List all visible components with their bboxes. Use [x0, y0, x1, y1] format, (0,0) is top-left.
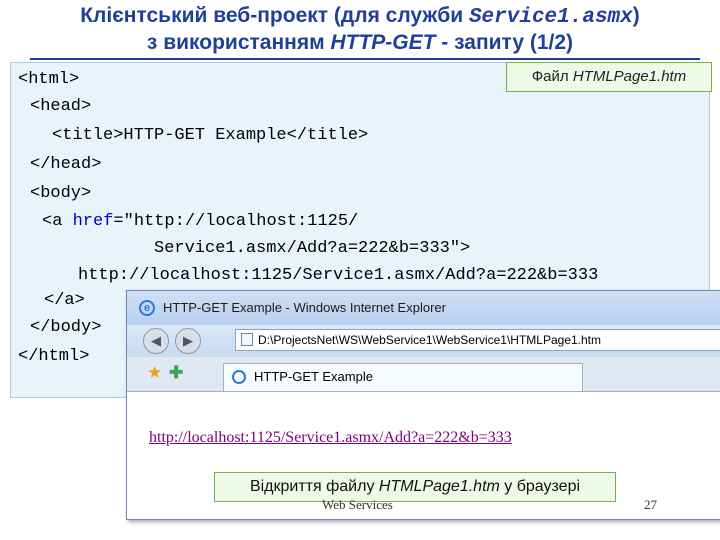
code-line-1: <html>: [18, 70, 80, 89]
code-line-9: </a>: [44, 291, 85, 310]
code-attr: href: [72, 212, 114, 231]
page-icon: [241, 333, 253, 346]
caption-file: HTMLPage1.htm: [378, 478, 500, 495]
tab-ie-icon: [232, 370, 246, 384]
title-text: Клієнтський веб-проект (для служби: [80, 4, 469, 27]
code-line-8: http://localhost:1125/Service1.asmx/Add?…: [78, 266, 599, 285]
title-text-end: ): [632, 4, 640, 27]
code-attr-value: ="http://localhost:1125/: [113, 212, 359, 231]
page-link[interactable]: http://localhost:1125/Service1.asmx/Add?…: [149, 429, 512, 447]
code-line-2: <head>: [30, 97, 92, 116]
back-icon[interactable]: ◀: [143, 328, 169, 354]
ie-nav-bar: ◀ ▶ D:\ProjectsNet\WS\WebService1\WebSer…: [127, 325, 720, 357]
ie-window-title: HTTP-GET Example - Windows Internet Expl…: [163, 300, 446, 315]
footer-text: Web Services: [322, 497, 393, 512]
code-line-10: </body>: [30, 318, 102, 337]
title-text-2-end: - запиту (1/2): [435, 31, 574, 54]
code-tag-open: <a: [42, 212, 73, 231]
address-text: D:\ProjectsNet\WS\WebService1\WebService…: [258, 333, 602, 347]
code-line-7: Service1.asmx/Add?a=222&b=333">: [154, 239, 471, 258]
caption-prefix: Відкриття файлу: [249, 478, 379, 495]
tab-http-get-example[interactable]: HTTP-GET Example: [223, 363, 583, 391]
ie-logo-icon: e: [139, 300, 155, 316]
code-line-11: </html>: [18, 347, 90, 366]
ie-tab-bar: ★ ✚ HTTP-GET Example: [127, 357, 720, 392]
title-code: Service1.asmx: [468, 6, 633, 29]
ie-title-bar[interactable]: e HTTP-GET Example - Windows Internet Ex…: [127, 291, 720, 325]
caption-suffix: у браузері: [499, 478, 581, 495]
file-label: Файл HTMLPage1.htm: [506, 62, 712, 92]
title-text-2: з використанням: [146, 31, 331, 54]
title-underline: [30, 58, 700, 60]
file-label-prefix: Файл: [531, 68, 573, 85]
code-line-5: <body>: [30, 184, 92, 203]
code-line-4: </head>: [30, 155, 102, 174]
code-line-3: <title>HTTP-GET Example</title>: [52, 126, 369, 145]
forward-icon[interactable]: ▶: [175, 328, 201, 354]
code-line-6: <a href="http://localhost:1125/: [42, 212, 358, 232]
title-italic: HTTP-GET: [330, 31, 436, 54]
title-line-1: Клієнтський веб-проект (для служби Servi…: [0, 2, 720, 31]
tab-title: HTTP-GET Example: [254, 369, 373, 384]
address-bar[interactable]: D:\ProjectsNet\WS\WebService1\WebService…: [235, 329, 720, 351]
file-label-name: HTMLPage1.htm: [572, 68, 687, 85]
page-number: 27: [644, 497, 657, 512]
caption-label: Відкриття файлу HTMLPage1.htm у браузері: [214, 472, 616, 502]
title-line-2: з використанням HTTP-GET - запиту (1/2): [0, 29, 720, 56]
favorites-star-icon[interactable]: ★: [147, 363, 162, 383]
add-favorites-icon[interactable]: ✚: [169, 363, 183, 383]
